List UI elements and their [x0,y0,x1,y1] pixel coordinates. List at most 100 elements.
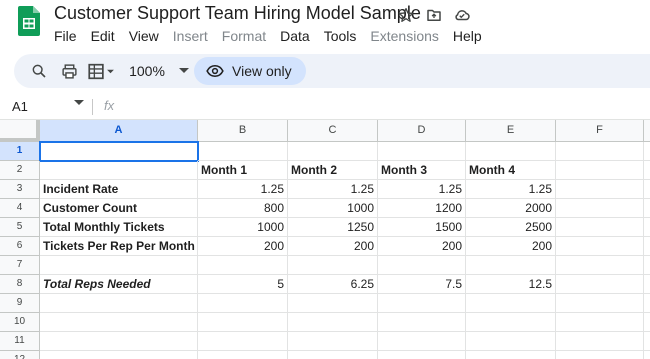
view-only-button[interactable]: View only [194,57,306,85]
cell-f4[interactable] [556,199,644,218]
cell-f11[interactable] [556,332,644,351]
cell-f6[interactable] [556,237,644,256]
name-box[interactable]: A1 [12,99,28,114]
cell-c9[interactable] [288,294,378,313]
cell-d3[interactable]: 1.25 [378,180,466,199]
cell-b11[interactable] [198,332,288,351]
cell-g1[interactable] [644,142,650,161]
row-header-5[interactable]: 5 [0,218,40,237]
cell-d5[interactable]: 1500 [378,218,466,237]
cell-e9[interactable] [466,294,556,313]
cell-a10[interactable] [40,313,198,332]
cell-c8[interactable]: 6.25 [288,275,378,294]
cell-b4[interactable]: 800 [198,199,288,218]
cell-g10[interactable] [644,313,650,332]
cell-g11[interactable] [644,332,650,351]
move-to-folder-icon[interactable] [424,5,444,25]
cell-b12[interactable] [198,351,288,359]
menu-data[interactable]: Data [280,28,310,44]
cell-e8[interactable]: 12.5 [466,275,556,294]
cell-c5[interactable]: 1250 [288,218,378,237]
chevron-down-icon[interactable] [74,100,84,106]
cell-a2[interactable] [40,161,198,180]
row-header-9[interactable]: 9 [0,294,40,313]
select-all-corner[interactable] [0,120,40,142]
cell-g6[interactable] [644,237,650,256]
cell-d7[interactable] [378,256,466,275]
cell-d8[interactable]: 7.5 [378,275,466,294]
cell-g9[interactable] [644,294,650,313]
cell-e12[interactable] [466,351,556,359]
cell-g5[interactable] [644,218,650,237]
menu-tools[interactable]: Tools [324,28,357,44]
column-header-f[interactable]: F [556,120,644,142]
cell-b5[interactable]: 1000 [198,218,288,237]
document-title[interactable]: Customer Support Team Hiring Model Sampl… [54,3,421,24]
cell-b6[interactable]: 200 [198,237,288,256]
cell-e2[interactable]: Month 4 [466,161,556,180]
cell-d6[interactable]: 200 [378,237,466,256]
search-icon[interactable] [28,54,50,88]
cell-e3[interactable]: 1.25 [466,180,556,199]
cell-c2[interactable]: Month 2 [288,161,378,180]
row-header-7[interactable]: 7 [0,256,40,275]
cell-b8[interactable]: 5 [198,275,288,294]
menu-insert[interactable]: Insert [173,28,208,44]
row-header-1[interactable]: 1 [0,142,40,161]
column-header-c[interactable]: C [288,120,378,142]
cell-d2[interactable]: Month 3 [378,161,466,180]
cell-b3[interactable]: 1.25 [198,180,288,199]
cell-c3[interactable]: 1.25 [288,180,378,199]
zoom-select[interactable]: 100% [124,54,194,88]
cell-e11[interactable] [466,332,556,351]
row-header-10[interactable]: 10 [0,313,40,332]
cell-e1[interactable] [466,142,556,161]
row-header-3[interactable]: 3 [0,180,40,199]
cell-f9[interactable] [556,294,644,313]
cell-g3[interactable] [644,180,650,199]
format-table-icon[interactable] [86,54,118,88]
row-header-2[interactable]: 2 [0,161,40,180]
cell-b1[interactable] [198,142,288,161]
column-header-a[interactable]: A [40,120,198,142]
cell-g8[interactable] [644,275,650,294]
cell-c1[interactable] [288,142,378,161]
menu-extensions[interactable]: Extensions [370,28,438,44]
cell-e4[interactable]: 2000 [466,199,556,218]
column-header-e[interactable]: E [466,120,556,142]
cell-b9[interactable] [198,294,288,313]
cell-d12[interactable] [378,351,466,359]
menu-view[interactable]: View [129,28,159,44]
cell-b2[interactable]: Month 1 [198,161,288,180]
cell-d4[interactable]: 1200 [378,199,466,218]
cell-e7[interactable] [466,256,556,275]
cell-a9[interactable] [40,294,198,313]
menu-file[interactable]: File [54,28,77,44]
cell-c4[interactable]: 1000 [288,199,378,218]
cell-b7[interactable] [198,256,288,275]
cell-a3[interactable]: Incident Rate [40,180,198,199]
cell-f2[interactable] [556,161,644,180]
cell-g4[interactable] [644,199,650,218]
cell-a8[interactable]: Total Reps Needed [40,275,198,294]
cell-d10[interactable] [378,313,466,332]
cell-d9[interactable] [378,294,466,313]
cell-a4[interactable]: Customer Count [40,199,198,218]
cell-f8[interactable] [556,275,644,294]
cell-g7[interactable] [644,256,650,275]
menu-edit[interactable]: Edit [91,28,115,44]
cell-f5[interactable] [556,218,644,237]
star-icon[interactable] [396,5,416,25]
cell-e6[interactable]: 200 [466,237,556,256]
menu-help[interactable]: Help [453,28,482,44]
cell-a5[interactable]: Total Monthly Tickets [40,218,198,237]
cell-c7[interactable] [288,256,378,275]
row-header-12[interactable]: 12 [0,351,40,359]
cell-f10[interactable] [556,313,644,332]
cell-a6[interactable]: Tickets Per Rep Per Month [40,237,198,256]
cell-a12[interactable] [40,351,198,359]
cell-f12[interactable] [556,351,644,359]
cell-c12[interactable] [288,351,378,359]
row-header-8[interactable]: 8 [0,275,40,294]
cell-c11[interactable] [288,332,378,351]
